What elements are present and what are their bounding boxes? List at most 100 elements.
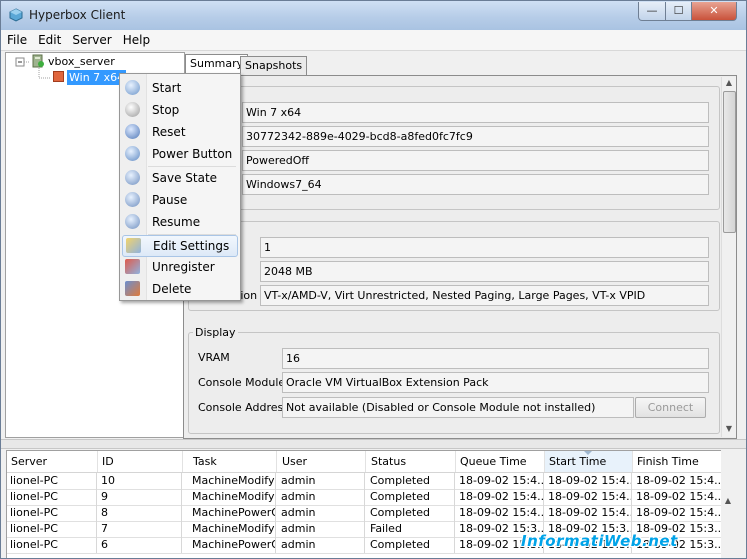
vram-field: 16: [282, 348, 709, 369]
cell-queue-time: 18-09-02 15:4...: [456, 489, 544, 505]
pause-icon: [125, 192, 140, 207]
stop-icon: [125, 102, 140, 117]
cell-server: lionel-PC: [7, 505, 97, 521]
cell-status: Completed: [367, 537, 455, 553]
reset-icon: [125, 124, 140, 139]
scroll-down-arrow-icon[interactable]: ▼: [722, 423, 736, 435]
acceleration-field: VT-x/AMD-V, Virt Unrestricted, Nested Pa…: [260, 285, 709, 306]
uuid-field: 30772342-889e-4029-bcd8-a8fed0fc7fc9: [242, 126, 709, 147]
menu-item-pause[interactable]: Pause: [122, 190, 238, 210]
power-icon: [125, 146, 140, 161]
col-id[interactable]: ID: [98, 451, 183, 472]
menu-server[interactable]: Server: [66, 30, 116, 47]
cell-task: MachineModify: [189, 489, 276, 505]
cell-user: admin: [278, 473, 365, 489]
col-finish-time[interactable]: Finish Time: [633, 451, 722, 472]
cell-user: admin: [278, 505, 365, 521]
scroll-up-arrow-icon[interactable]: ▲: [722, 77, 736, 89]
menu-item-start[interactable]: Start: [122, 78, 238, 98]
cell-id: 9: [98, 489, 182, 505]
sort-indicator-icon: [584, 451, 592, 455]
menu-item-delete-label: Delete: [152, 282, 192, 296]
cell-finish-time: 18-09-02 15:4...: [633, 505, 722, 521]
menu-item-power-button[interactable]: Power Button: [122, 144, 238, 164]
menu-item-resume-label: Resume: [152, 215, 201, 229]
table-row[interactable]: lionel-PC 9 MachineModify admin Completed 18-…: [7, 489, 722, 506]
app-window: Hyperbox Client — ☐ ✕ File Edit Server Help…: [0, 0, 747, 559]
tasks-table-header: Server ID Task User Status Queue Time St…: [7, 451, 722, 473]
col-task[interactable]: Task: [189, 451, 277, 472]
cell-id: 10: [98, 473, 182, 489]
tasks-scrollbar[interactable]: ▲: [721, 450, 734, 558]
watermark-logo: InformatiWeb.net: [521, 532, 678, 550]
cell-task: MachinePowerOff: [189, 505, 276, 521]
menu-bar: File Edit Server Help: [1, 30, 746, 51]
menu-item-unregister-label: Unregister: [152, 260, 215, 274]
col-user[interactable]: User: [278, 451, 366, 472]
os-type-field: Windows7_64: [242, 174, 709, 195]
close-button[interactable]: ✕: [691, 2, 737, 21]
title-bar[interactable]: Hyperbox Client — ☐ ✕: [1, 1, 746, 30]
col-status[interactable]: Status: [367, 451, 456, 472]
menu-file[interactable]: File: [1, 30, 32, 47]
tree-item-server[interactable]: vbox_server: [48, 54, 115, 69]
menu-help[interactable]: Help: [117, 30, 155, 47]
minimize-button[interactable]: —: [638, 2, 666, 21]
menu-item-edit-settings-label: Edit Settings: [153, 239, 230, 253]
menu-item-pause-label: Pause: [152, 193, 188, 207]
tab-summary[interactable]: Summary: [185, 54, 249, 75]
menu-item-reset-label: Reset: [152, 125, 186, 139]
cell-start-time: 18-09-02 15:4...: [545, 489, 632, 505]
scroll-thumb[interactable]: [723, 91, 736, 233]
edit-settings-icon: [126, 238, 141, 253]
connect-button[interactable]: Connect: [635, 397, 706, 418]
menu-item-stop[interactable]: Stop: [122, 100, 238, 120]
console-address-label: Console Address: [198, 401, 289, 414]
menu-item-unregister[interactable]: Unregister: [122, 257, 238, 277]
cell-status: Completed: [367, 505, 455, 521]
table-row[interactable]: lionel-PC 10 MachineModify admin Completed 18…: [7, 473, 722, 490]
summary-scrollbar[interactable]: ▲ ▼: [721, 77, 736, 437]
cell-id: 6: [98, 537, 182, 553]
cell-queue-time: 18-09-02 15:4...: [456, 505, 544, 521]
menu-item-reset[interactable]: Reset: [122, 122, 238, 142]
delete-icon: [125, 281, 140, 296]
maximize-button[interactable]: ☐: [665, 2, 692, 21]
cell-id: 7: [98, 521, 182, 537]
cell-server: lionel-PC: [7, 521, 97, 537]
unregister-icon: [125, 259, 140, 274]
menu-item-delete[interactable]: Delete: [122, 279, 238, 299]
menu-item-edit-settings[interactable]: Edit Settings: [122, 235, 238, 257]
cpu-count-field: 1: [260, 237, 709, 258]
state-field: PoweredOff: [242, 150, 709, 171]
tasks-scroll-up-arrow-icon[interactable]: ▲: [721, 495, 735, 507]
cell-start-time: 18-09-02 15:4...: [545, 473, 632, 489]
cell-status: Completed: [367, 473, 455, 489]
pane-splitter[interactable]: [1, 439, 746, 449]
col-queue-time[interactable]: Queue Time: [456, 451, 545, 472]
hyperbox-app-icon: [9, 8, 23, 22]
console-module-field: Oracle VM VirtualBox Extension Pack: [282, 372, 709, 393]
col-server[interactable]: Server: [7, 451, 98, 472]
cell-finish-time: 18-09-02 15:4...: [633, 489, 722, 505]
menu-item-save-state[interactable]: Save State: [122, 168, 238, 188]
cell-user: admin: [278, 521, 365, 537]
cell-status: Completed: [367, 489, 455, 505]
cell-status: Failed: [367, 521, 455, 537]
resume-icon: [125, 214, 140, 229]
tab-snapshots[interactable]: Snapshots: [240, 56, 308, 75]
summary-panel: Win 7 x64 30772342-889e-4029-bcd8-a8fed0…: [183, 75, 737, 439]
cell-user: admin: [278, 489, 365, 505]
start-icon: [125, 80, 140, 95]
cell-server: lionel-PC: [7, 489, 97, 505]
table-row[interactable]: lionel-PC8MachinePowerOffadminCompleted1…: [7, 505, 722, 522]
cell-task: MachinePowerOn: [189, 537, 276, 553]
server-icon: [32, 54, 44, 68]
tree-item-machine[interactable]: Win 7 x64: [67, 70, 127, 85]
console-address-field: Not available (Disabled or Console Modul…: [282, 397, 634, 418]
menu-edit[interactable]: Edit: [32, 30, 66, 47]
menu-item-resume[interactable]: Resume: [122, 212, 238, 232]
cell-id: 8: [98, 505, 182, 521]
cell-server: lionel-PC: [7, 473, 97, 489]
menu-separator: [148, 166, 236, 167]
